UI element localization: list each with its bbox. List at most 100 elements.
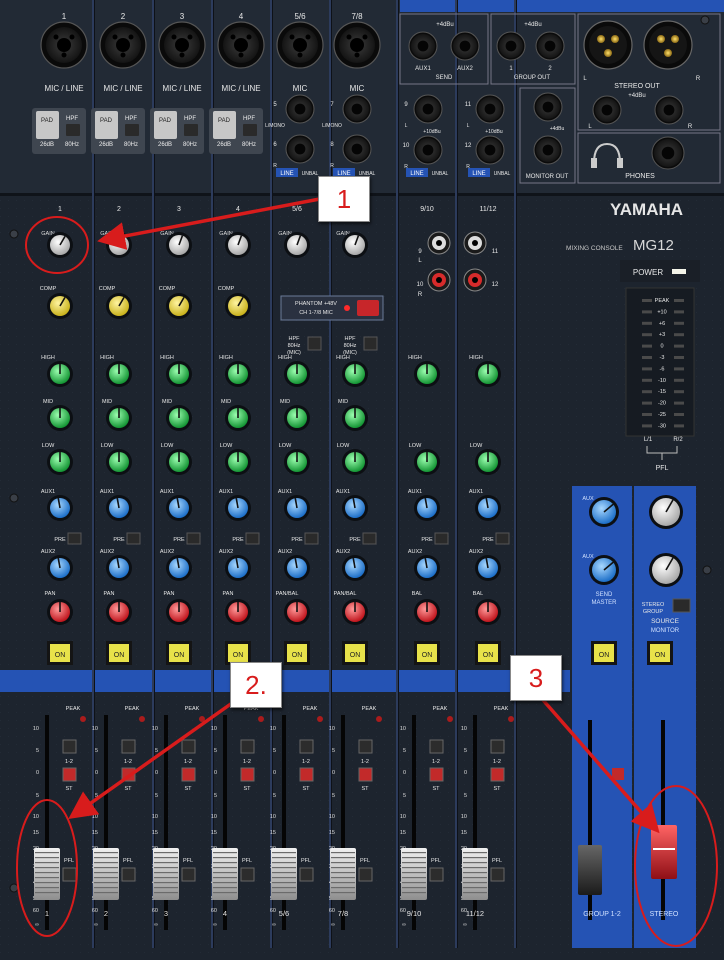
channel-on-button[interactable]: ON — [475, 641, 501, 665]
aux1-send-jack[interactable] — [408, 31, 438, 61]
xlr-input-jack[interactable] — [276, 21, 324, 69]
channel-on-button[interactable]: ON — [106, 641, 132, 665]
channel-on-button[interactable]: ON — [414, 641, 440, 665]
st-assign-switch[interactable] — [121, 767, 136, 782]
stereo-out-l-jack[interactable] — [592, 95, 622, 125]
stereo-on-button[interactable]: ON — [647, 641, 673, 665]
aux2-knob[interactable] — [47, 555, 73, 581]
aux2-send-master-knob[interactable] — [589, 555, 619, 585]
pan-knob[interactable] — [342, 599, 368, 625]
rca-input-jack[interactable] — [427, 268, 451, 292]
aux2-knob[interactable] — [284, 555, 310, 581]
pan-knob[interactable] — [166, 599, 192, 625]
stereo-line-input-jack[interactable] — [413, 94, 443, 124]
mid-eq-knob[interactable] — [225, 405, 251, 431]
aux1-knob[interactable] — [106, 495, 132, 521]
combo-input-jack[interactable] — [158, 21, 206, 69]
pan-knob[interactable] — [284, 599, 310, 625]
pan-knob[interactable] — [414, 599, 440, 625]
source-switch[interactable] — [672, 598, 691, 613]
st-assign-switch[interactable] — [240, 767, 255, 782]
bus-12-switch[interactable] — [181, 739, 196, 754]
stereo-out-r-jack[interactable] — [654, 95, 684, 125]
pfl-switch[interactable] — [299, 867, 314, 882]
pfl-switch[interactable] — [490, 867, 505, 882]
aux1-knob[interactable] — [475, 495, 501, 521]
gain-knob[interactable] — [342, 232, 368, 258]
combo-input-jack[interactable] — [99, 21, 147, 69]
channel-on-button[interactable]: ON — [342, 641, 368, 665]
stereo-line-input-jack[interactable] — [475, 94, 505, 124]
aux2-knob[interactable] — [342, 555, 368, 581]
fader-cap[interactable] — [651, 825, 677, 879]
hpf-switch[interactable] — [243, 124, 257, 136]
low-eq-knob[interactable] — [47, 449, 73, 475]
mid-eq-knob[interactable] — [342, 405, 368, 431]
pad-switch[interactable] — [36, 111, 59, 139]
mid-eq-knob[interactable] — [47, 405, 73, 431]
high-eq-knob[interactable] — [414, 361, 440, 387]
bus-12-switch[interactable] — [240, 739, 255, 754]
rca-input-jack[interactable] — [463, 231, 487, 255]
hpf-switch[interactable] — [184, 124, 198, 136]
high-eq-knob[interactable] — [284, 361, 310, 387]
st-assign-switch[interactable] — [429, 767, 444, 782]
line-input-jack[interactable] — [285, 94, 315, 124]
st-assign-switch[interactable] — [490, 767, 505, 782]
gain-knob[interactable] — [166, 232, 192, 258]
monitor-out-jack-2[interactable] — [533, 135, 563, 165]
stereo-out-l-xlr[interactable] — [583, 20, 633, 70]
aux1-knob[interactable] — [342, 495, 368, 521]
aux2-knob[interactable] — [414, 555, 440, 581]
channel-on-button[interactable]: ON — [225, 641, 251, 665]
comp-knob[interactable] — [225, 293, 251, 319]
st-assign-switch[interactable] — [181, 767, 196, 782]
low-eq-knob[interactable] — [342, 449, 368, 475]
rca-input-jack[interactable] — [427, 231, 451, 255]
high-eq-knob[interactable] — [47, 361, 73, 387]
pan-knob[interactable] — [475, 599, 501, 625]
pfl-switch[interactable] — [121, 867, 136, 882]
fader-cap[interactable] — [578, 845, 602, 895]
group-out-1-jack[interactable] — [496, 31, 526, 61]
gain-knob[interactable] — [106, 232, 132, 258]
pre-switch[interactable] — [304, 532, 319, 545]
pfl-switch[interactable] — [62, 867, 77, 882]
low-eq-knob[interactable] — [166, 449, 192, 475]
mid-eq-knob[interactable] — [106, 405, 132, 431]
hpf-switch[interactable] — [125, 124, 139, 136]
pad-switch[interactable] — [95, 111, 118, 139]
mid-eq-knob[interactable] — [166, 405, 192, 431]
aux1-knob[interactable] — [166, 495, 192, 521]
low-eq-knob[interactable] — [284, 449, 310, 475]
pre-switch[interactable] — [362, 532, 377, 545]
comp-knob[interactable] — [166, 293, 192, 319]
aux2-knob[interactable] — [475, 555, 501, 581]
st-assign-switch[interactable] — [299, 767, 314, 782]
low-eq-knob[interactable] — [414, 449, 440, 475]
combo-input-jack[interactable] — [40, 21, 88, 69]
aux1-knob[interactable] — [414, 495, 440, 521]
channel-on-button[interactable]: ON — [166, 641, 192, 665]
st-assign-switch[interactable] — [358, 767, 373, 782]
pre-switch[interactable] — [126, 532, 141, 545]
pre-switch[interactable] — [67, 532, 82, 545]
high-eq-knob[interactable] — [342, 361, 368, 387]
stereo-line-input-jack[interactable] — [475, 135, 505, 165]
pan-knob[interactable] — [47, 599, 73, 625]
pad-switch[interactable] — [213, 111, 236, 139]
pfl-switch[interactable] — [429, 867, 444, 882]
pre-switch[interactable] — [434, 532, 449, 545]
aux2-knob[interactable] — [225, 555, 251, 581]
monitor-out-jack[interactable] — [533, 92, 563, 122]
aux1-knob[interactable] — [47, 495, 73, 521]
pad-switch[interactable] — [154, 111, 177, 139]
gain-knob[interactable] — [225, 232, 251, 258]
rca-input-jack[interactable] — [463, 268, 487, 292]
monitor-level-knob[interactable] — [649, 495, 683, 529]
xlr-input-jack[interactable] — [333, 21, 381, 69]
combo-input-jack[interactable] — [217, 21, 265, 69]
aux2-send-jack[interactable] — [450, 31, 480, 61]
comp-knob[interactable] — [106, 293, 132, 319]
pre-switch[interactable] — [495, 532, 510, 545]
